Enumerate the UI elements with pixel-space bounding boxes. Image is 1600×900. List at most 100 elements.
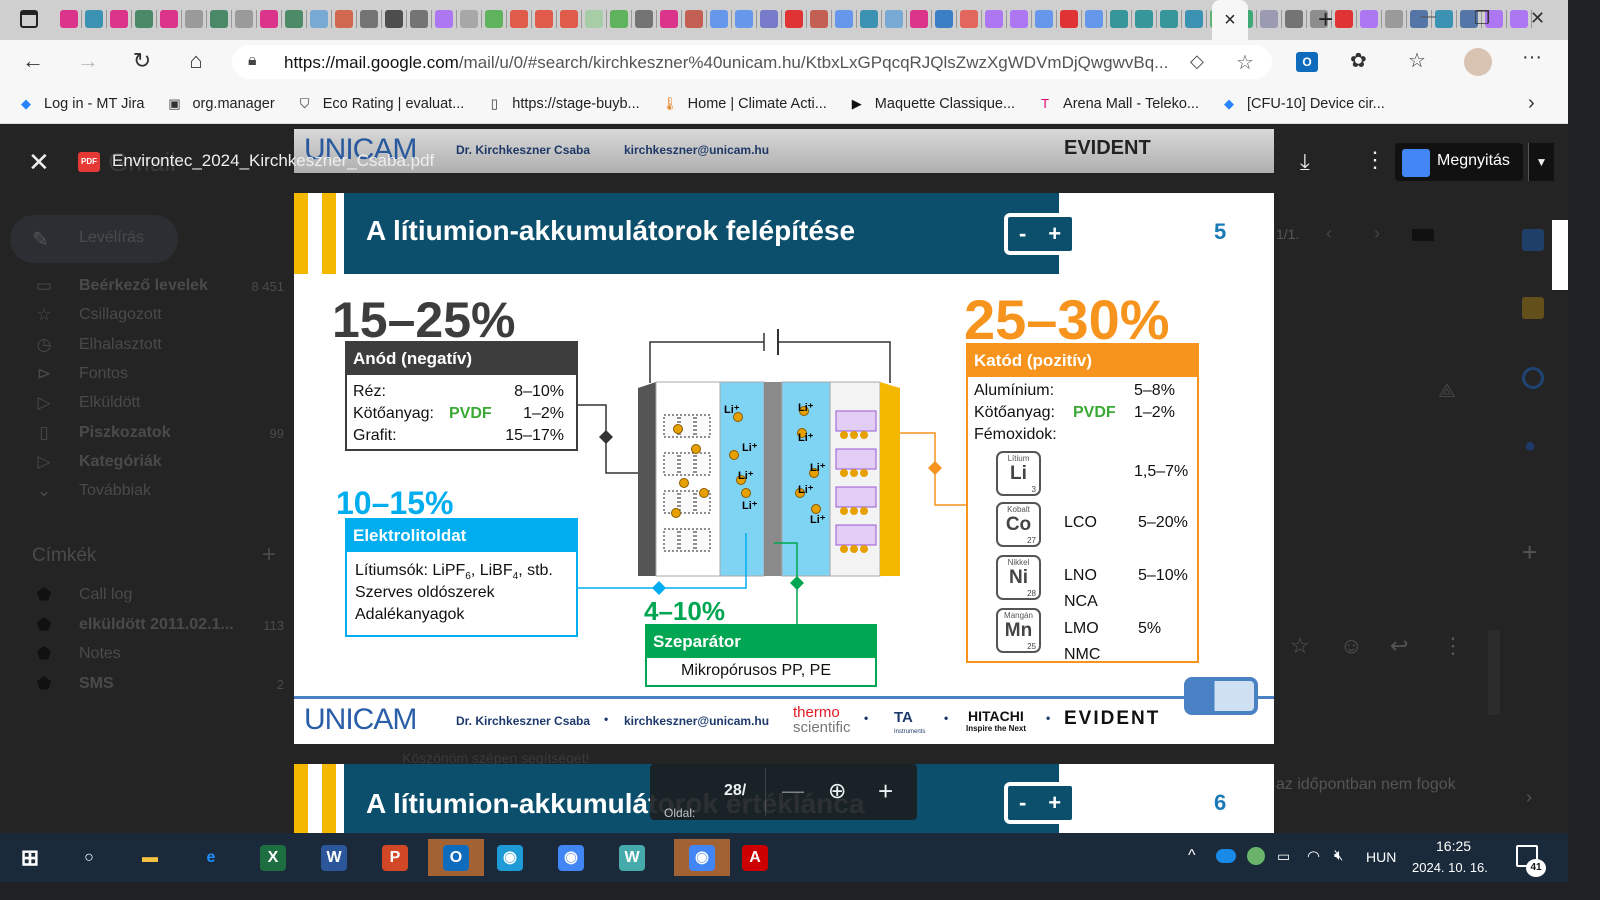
pinned-tab-19[interactable]: [535, 10, 553, 28]
pinned-tab-18[interactable]: [510, 10, 528, 28]
pinned-tab-23[interactable]: [635, 10, 653, 28]
contacts-icon[interactable]: ●: [1524, 435, 1536, 458]
pinned-tab-33[interactable]: [885, 10, 903, 28]
taskbar-explorer-icon[interactable]: ▬: [130, 839, 170, 876]
taskbar-word-icon[interactable]: W: [314, 839, 354, 876]
zoom-in-button[interactable]: +: [878, 776, 893, 807]
volume-muted-icon[interactable]: 🔇︎: [1334, 847, 1343, 864]
pinned-tab-42[interactable]: [1110, 10, 1128, 28]
pinned-tab-13[interactable]: [385, 10, 403, 28]
restore-button[interactable]: ❐: [1474, 8, 1490, 29]
pinned-tab-2[interactable]: [110, 10, 128, 28]
expand-panel-icon[interactable]: ›: [1526, 787, 1532, 808]
pinned-tab-5[interactable]: [185, 10, 203, 28]
sidebar-item-4[interactable]: ▷ Elküldött: [0, 390, 294, 419]
zoom-out-button[interactable]: —: [782, 778, 804, 804]
next-page-icon[interactable]: ›: [1374, 223, 1380, 244]
compose-button[interactable]: ✎ Levélírás: [10, 215, 178, 263]
taskbar-edge-icon[interactable]: ◉: [490, 839, 530, 876]
sidebar-item-3[interactable]: ⊳ Fontos: [0, 361, 294, 390]
pinned-tab-24[interactable]: [660, 10, 678, 28]
url-text[interactable]: https://mail.google.com/mail/u/0/#search…: [284, 53, 1168, 73]
more-menu-icon[interactable]: ···: [1522, 46, 1542, 69]
pinned-tab-15[interactable]: [435, 10, 453, 28]
outlook-extension-icon[interactable]: O: [1296, 52, 1318, 72]
bookmark-item[interactable]: ▯ https://stage-buyb...: [486, 96, 640, 112]
pinned-tab-36[interactable]: [960, 10, 978, 28]
pinned-tab-30[interactable]: [810, 10, 828, 28]
clock-time[interactable]: 16:25: [1436, 838, 1471, 854]
label-item-3[interactable]: ⬟ SMS 2: [0, 671, 294, 700]
add-label-icon[interactable]: +: [262, 541, 276, 569]
email-star-icon[interactable]: ☆: [1290, 633, 1310, 659]
pinned-tab-49[interactable]: [1285, 10, 1303, 28]
pinned-tab-6[interactable]: [210, 10, 228, 28]
profile-avatar[interactable]: [1464, 48, 1492, 76]
prev-page-icon[interactable]: ‹: [1326, 223, 1332, 244]
bookmark-item[interactable]: T Arena Mall - Teleko...: [1037, 96, 1199, 112]
pinned-tab-10[interactable]: [310, 10, 328, 28]
favorites-icon[interactable]: ☆: [1408, 48, 1426, 73]
back-button[interactable]: ←: [18, 48, 48, 74]
close-tab-icon[interactable]: ×: [1224, 9, 1236, 32]
bookmark-item[interactable]: ▣ org.manager: [166, 96, 274, 112]
pinned-tab-8[interactable]: [260, 10, 278, 28]
pinned-tab-25[interactable]: [685, 10, 703, 28]
download-icon[interactable]: ⤓: [1300, 149, 1310, 175]
bookmark-item[interactable]: 🌡︎ Home | Climate Acti...: [661, 96, 826, 112]
pinned-tab-16[interactable]: [460, 10, 478, 28]
pinned-tab-26[interactable]: [710, 10, 728, 28]
pinned-tab-45[interactable]: [1185, 10, 1203, 28]
pinned-tab-11[interactable]: [335, 10, 353, 28]
more-vert-icon[interactable]: ⋮: [1442, 633, 1464, 659]
close-window-button[interactable]: ✕: [1530, 8, 1545, 29]
pinned-tab-17[interactable]: [485, 10, 503, 28]
taskbar-excel-icon[interactable]: X: [253, 839, 293, 876]
open-with-button[interactable]: Megnyitás: [1395, 143, 1523, 181]
sidebar-item-2[interactable]: ◷ Elhalasztott: [0, 332, 294, 361]
taskbar-ie-icon[interactable]: e: [191, 839, 231, 876]
page-scrollbar[interactable]: [1552, 220, 1568, 290]
pinned-tab-4[interactable]: [160, 10, 178, 28]
tasks-icon[interactable]: [1522, 367, 1544, 389]
bookmark-item[interactable]: ▶ Maquette Classique...: [849, 96, 1015, 112]
onedrive-icon[interactable]: [1216, 849, 1236, 863]
pinned-tab-22[interactable]: [610, 10, 628, 28]
minimize-button[interactable]: —: [1420, 8, 1436, 26]
pinned-tab-52[interactable]: [1360, 10, 1378, 28]
open-with-dropdown-icon[interactable]: ▼: [1528, 143, 1554, 181]
taskbar-chrome-icon[interactable]: ◉: [674, 839, 730, 876]
calendar-icon[interactable]: [1522, 229, 1544, 251]
extensions-icon[interactable]: ✿: [1350, 48, 1367, 73]
bookmark-item[interactable]: ◆ [CFU-10] Device cir...: [1221, 96, 1385, 112]
pinned-tab-51[interactable]: [1335, 10, 1353, 28]
pinned-tab-53[interactable]: [1385, 10, 1403, 28]
add-favorite-icon[interactable]: ☆: [1236, 50, 1254, 75]
taskbar-webex-icon[interactable]: W: [612, 839, 652, 876]
scrollbar[interactable]: [1488, 630, 1500, 715]
pinned-tab-14[interactable]: [410, 10, 428, 28]
show-hidden-icons[interactable]: ^: [1188, 847, 1196, 865]
pinned-tab-40[interactable]: [1060, 10, 1078, 28]
pinned-tab-48[interactable]: [1260, 10, 1278, 28]
keep-icon[interactable]: [1522, 297, 1544, 319]
pinned-tab-37[interactable]: [985, 10, 1003, 28]
pinned-tab-29[interactable]: [785, 10, 803, 28]
bookmark-item[interactable]: ⛉ Eco Rating | evaluat...: [297, 96, 465, 112]
wifi-icon[interactable]: ◠: [1307, 847, 1320, 865]
pinned-tab-12[interactable]: [360, 10, 378, 28]
address-bar[interactable]: 🔒︎ https://mail.google.com/mail/u/0/#sea…: [232, 45, 1272, 79]
pinned-tab-31[interactable]: [835, 10, 853, 28]
label-item-1[interactable]: ⬟ elküldött 2011.02.1... 113: [0, 612, 294, 641]
pinned-tab-27[interactable]: [735, 10, 753, 28]
taskbar-acrobat-icon[interactable]: A: [735, 839, 775, 876]
pinned-tab-28[interactable]: [760, 10, 778, 28]
pinned-tab-7[interactable]: [235, 10, 253, 28]
taskbar-search-icon[interactable]: ○: [69, 839, 109, 876]
drive-add-icon[interactable]: ⟁: [1438, 380, 1456, 403]
page-indicator[interactable]: 28/: [724, 782, 746, 800]
reply-icon[interactable]: ↩: [1390, 633, 1408, 659]
bookmark-item[interactable]: ◆ Log in - MT Jira: [18, 96, 144, 112]
label-item-0[interactable]: ⬟ Call log: [0, 582, 294, 611]
pinned-tab-43[interactable]: [1135, 10, 1153, 28]
